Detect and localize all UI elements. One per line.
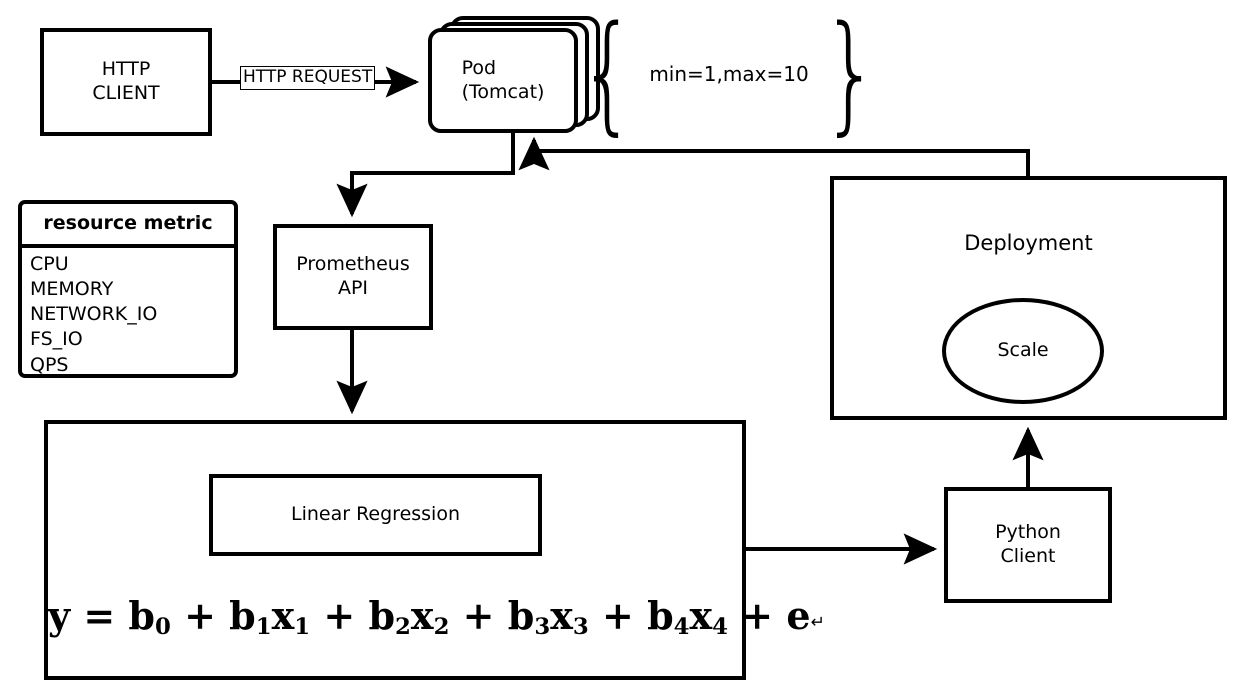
- python-client-line2: Client: [1000, 545, 1056, 567]
- pod-line2: (Tomcat): [461, 80, 545, 103]
- list-item: FS_IO: [30, 328, 83, 351]
- formula-xsub-3: 3: [572, 614, 589, 641]
- pod-label: Pod (Tomcat): [462, 57, 545, 105]
- resource-metric-list: CPU MEMORY NETWORK_IO FS_IO QPS: [22, 248, 234, 378]
- list-item: NETWORK_IO: [30, 303, 158, 326]
- node-deployment[interactable]: Deployment Scale: [830, 176, 1227, 420]
- edge-label-http-request: HTTP REQUEST: [240, 66, 376, 90]
- formula-term-1: b1x1: [229, 593, 311, 641]
- list-item: CPU: [30, 252, 69, 275]
- pod-layer-front[interactable]: Pod (Tomcat): [428, 28, 578, 133]
- node-regression-container[interactable]: Linear Regression y = b0 + b1x1 + b2x2 +…: [44, 420, 825, 680]
- formula-sub-2: 2: [395, 614, 411, 641]
- python-client-line1: Python: [995, 521, 1061, 544]
- linear-regression-label: Linear Regression: [290, 503, 460, 526]
- prometheus-line2: API: [337, 277, 369, 299]
- node-scale-range-annotation: { min=1,max=10 }: [578, 10, 879, 138]
- node-linear-regression[interactable]: Linear Regression: [209, 474, 542, 556]
- right-brace-icon: }: [821, 0, 880, 148]
- formula-sub-1: 1: [255, 614, 272, 641]
- node-prometheus-api[interactable]: Prometheus API: [273, 224, 433, 330]
- carriage-return-icon: ↵: [810, 612, 825, 633]
- resource-metric-title: resource metric: [22, 204, 234, 248]
- formula-lhs: y: [48, 593, 71, 638]
- left-brace-icon: {: [578, 0, 637, 148]
- formula-sub-0: 0: [154, 614, 171, 641]
- formula-xsub-1: 1: [294, 614, 311, 641]
- formula-equals: =: [83, 593, 116, 638]
- node-resource-metric[interactable]: resource metric CPU MEMORY NETWORK_IO FS…: [18, 200, 238, 378]
- formula-term-3: b3x3: [507, 593, 589, 641]
- http-client-line2: CLIENT: [92, 82, 160, 104]
- list-item: MEMORY: [30, 277, 114, 300]
- node-python-client[interactable]: Python Client: [944, 487, 1112, 603]
- regression-formula: y = b0 + b1x1 + b2x2 + b3x3 + b4x4 + e↵: [48, 593, 825, 641]
- http-client-line1: HTTP: [101, 58, 151, 81]
- list-item: QPS: [30, 353, 69, 376]
- node-scale-ellipse[interactable]: Scale: [942, 298, 1104, 404]
- prometheus-label: Prometheus API: [296, 253, 409, 300]
- scale-range-text: min=1,max=10: [649, 62, 809, 86]
- scale-label: Scale: [997, 339, 1049, 362]
- formula-term-2: b2x2: [368, 593, 450, 641]
- http-client-label: HTTP CLIENT: [92, 58, 159, 105]
- prometheus-line1: Prometheus: [296, 253, 410, 276]
- pod-line1: Pod: [461, 56, 497, 79]
- deployment-title: Deployment: [964, 231, 1093, 255]
- python-client-label: Python Client: [995, 521, 1061, 568]
- formula-term-4: b4x4: [647, 593, 729, 641]
- architecture-diagram: HTTP CLIENT HTTP REQUEST Pod (Tomcat) { …: [0, 0, 1239, 690]
- formula-sub-4: 4: [673, 614, 690, 641]
- formula-term-0: b0: [128, 593, 171, 641]
- node-pod-stack[interactable]: Pod (Tomcat): [428, 16, 600, 144]
- edge-pod-to-prometheus: [336, 133, 515, 218]
- formula-error-term: e: [786, 593, 811, 638]
- formula-sub-3: 3: [534, 614, 551, 641]
- formula-xsub-2: 2: [433, 614, 450, 641]
- node-http-client[interactable]: HTTP CLIENT: [40, 28, 212, 136]
- formula-xsub-4: 4: [712, 614, 729, 641]
